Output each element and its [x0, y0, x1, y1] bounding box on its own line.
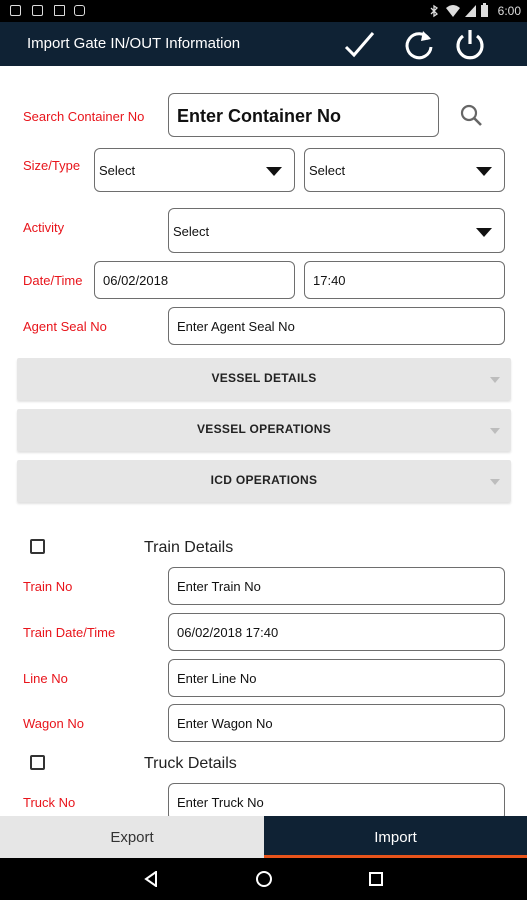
type-select[interactable]: Select [304, 148, 505, 192]
confirm-button[interactable] [342, 27, 378, 63]
container-no-placeholder: Enter Container No [177, 106, 342, 126]
bluetooth-icon [430, 4, 439, 18]
app-bar: Import Gate IN/OUT Information [0, 22, 527, 66]
signal-icon [465, 5, 476, 17]
truck-details-checkbox[interactable] [30, 755, 45, 770]
date-time-label: Date/Time [23, 273, 83, 288]
train-datetime-label: Train Date/Time [23, 625, 116, 640]
navigation-bar [0, 858, 527, 900]
size-type-label: Size/Type [23, 158, 81, 173]
size-select[interactable]: Select [94, 148, 295, 192]
status-bar: 6:00 [0, 0, 527, 22]
power-icon [456, 30, 484, 60]
train-no-input[interactable]: Enter Train No [168, 567, 505, 605]
section-icd-operations[interactable]: ICD OPERATIONS [17, 460, 511, 502]
line-no-label: Line No [23, 671, 68, 686]
agent-seal-label: Agent Seal No [23, 319, 107, 334]
train-datetime-value: 06/02/2018 17:40 [177, 625, 279, 640]
agent-seal-input[interactable]: Enter Agent Seal No [168, 307, 505, 345]
download-icon [54, 5, 65, 16]
chevron-down-icon [490, 428, 500, 434]
size-select-value: Select [99, 163, 136, 178]
back-icon[interactable] [143, 871, 159, 887]
truck-details-heading: Truck Details [144, 755, 237, 772]
home-icon[interactable] [255, 870, 273, 888]
recents-icon[interactable] [368, 871, 384, 887]
time-input[interactable]: 17:40 [304, 261, 505, 299]
tab-import[interactable]: Import [264, 816, 527, 858]
section-title: ICD OPERATIONS [210, 473, 318, 487]
section-vessel-operations[interactable]: VESSEL OPERATIONS [17, 409, 511, 451]
activity-select[interactable]: Select [168, 208, 505, 253]
search-container-label: Search Container No [23, 109, 145, 124]
wifi-icon [446, 5, 460, 17]
activity-select-value: Select [173, 224, 210, 239]
check-icon [344, 32, 375, 58]
date-value: 06/02/2018 [103, 273, 169, 288]
refresh-icon [405, 31, 433, 60]
power-button[interactable] [452, 27, 488, 63]
battery-icon [481, 3, 488, 17]
tab-export[interactable]: Export [0, 816, 264, 858]
tab-import-label: Import [374, 829, 417, 846]
image-icon [32, 5, 43, 16]
refresh-button[interactable] [401, 27, 437, 63]
type-select-value: Select [309, 163, 346, 178]
wagon-no-input[interactable]: Enter Wagon No [168, 704, 505, 742]
search-icon[interactable] [460, 104, 484, 128]
train-datetime-input[interactable]: 06/02/2018 17:40 [168, 613, 505, 651]
activity-label: Activity [23, 220, 65, 235]
status-time: 6:00 [497, 4, 521, 18]
section-title: VESSEL DETAILS [211, 371, 317, 385]
tab-export-label: Export [110, 829, 154, 846]
wagon-no-placeholder: Enter Wagon No [177, 716, 273, 731]
notification-icon [10, 5, 21, 16]
chevron-down-icon [266, 167, 282, 176]
container-no-input[interactable]: Enter Container No [168, 93, 439, 137]
page-title: Import Gate IN/OUT Information [27, 35, 241, 52]
line-no-input[interactable]: Enter Line No [168, 659, 505, 697]
time-value: 17:40 [313, 273, 346, 288]
wagon-no-label: Wagon No [23, 716, 84, 731]
agent-seal-placeholder: Enter Agent Seal No [177, 319, 295, 334]
chevron-down-icon [476, 228, 492, 237]
truck-no-label: Truck No [23, 795, 76, 810]
train-no-label: Train No [23, 579, 73, 594]
chevron-down-icon [490, 479, 500, 485]
train-details-checkbox[interactable] [30, 539, 45, 554]
train-details-heading: Train Details [144, 539, 234, 556]
chevron-down-icon [476, 167, 492, 176]
chevron-down-icon [490, 377, 500, 383]
truck-no-placeholder: Enter Truck No [177, 795, 264, 810]
line-no-placeholder: Enter Line No [177, 671, 257, 686]
lock-icon [74, 5, 85, 16]
train-no-placeholder: Enter Train No [177, 579, 261, 594]
date-input[interactable]: 06/02/2018 [94, 261, 295, 299]
section-title: VESSEL OPERATIONS [196, 422, 332, 436]
section-vessel-details[interactable]: VESSEL DETAILS [17, 358, 511, 400]
